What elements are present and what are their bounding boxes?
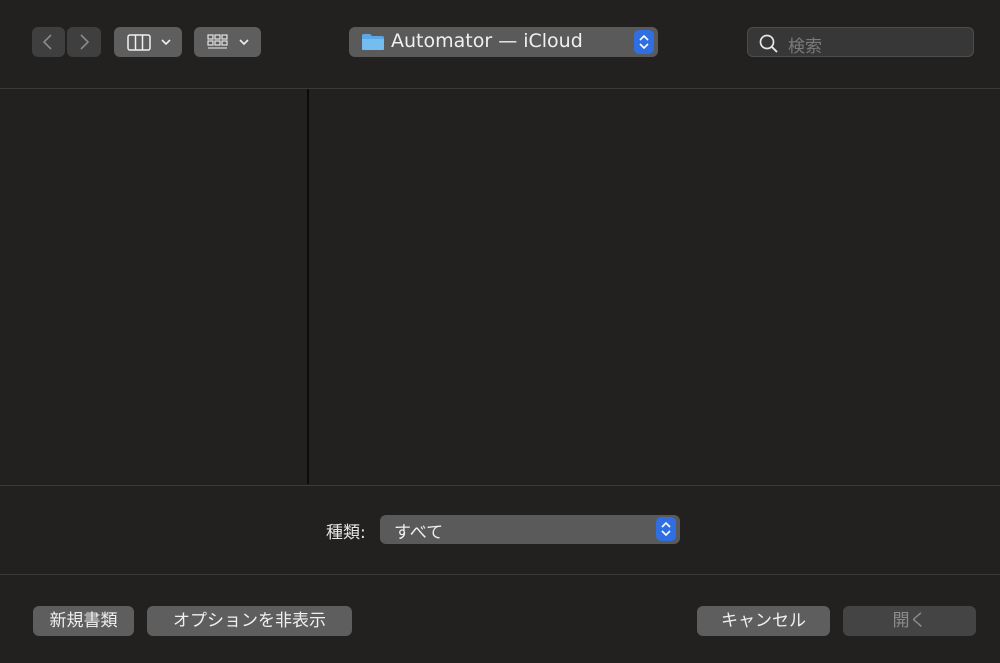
icon-grid-view-icon <box>207 34 249 49</box>
open-dialog: Automator — iCloud 検索 種類: すべて 新規書類 オプション… <box>0 0 1000 663</box>
search-placeholder: 検索 <box>788 37 822 57</box>
file-type-value: すべて <box>394 523 444 543</box>
browser-column-right[interactable] <box>309 89 1000 484</box>
search-icon <box>759 34 778 53</box>
chevron-left-icon <box>42 34 52 50</box>
up-down-chevron-icon <box>661 521 671 537</box>
hide-options-button[interactable]: オプションを非表示 <box>147 606 352 636</box>
folder-icon <box>362 34 384 50</box>
new-document-button[interactable]: 新規書類 <box>33 606 134 636</box>
up-down-chevron-icon <box>639 34 649 50</box>
chevron-right-icon <box>80 34 90 50</box>
file-type-stepper[interactable] <box>656 517 676 541</box>
column-view-button[interactable] <box>114 27 182 57</box>
search-field[interactable]: 検索 <box>747 27 974 57</box>
browser-column-left[interactable] <box>2 89 309 484</box>
column-view-icon <box>127 34 171 51</box>
open-button[interactable]: 開く <box>843 606 976 636</box>
cancel-button[interactable]: キャンセル <box>697 606 830 636</box>
file-type-label: 種類: <box>326 523 366 543</box>
toolbar: Automator — iCloud 検索 <box>0 0 1000 89</box>
forward-button[interactable] <box>67 27 101 57</box>
location-stepper[interactable] <box>634 30 654 54</box>
file-type-popup[interactable]: すべて <box>380 515 680 544</box>
file-browser <box>0 89 1000 485</box>
back-button[interactable] <box>32 27 65 57</box>
group-view-button[interactable] <box>194 27 261 57</box>
location-label: Automator — iCloud <box>391 30 583 52</box>
location-popup[interactable]: Automator — iCloud <box>349 27 658 57</box>
